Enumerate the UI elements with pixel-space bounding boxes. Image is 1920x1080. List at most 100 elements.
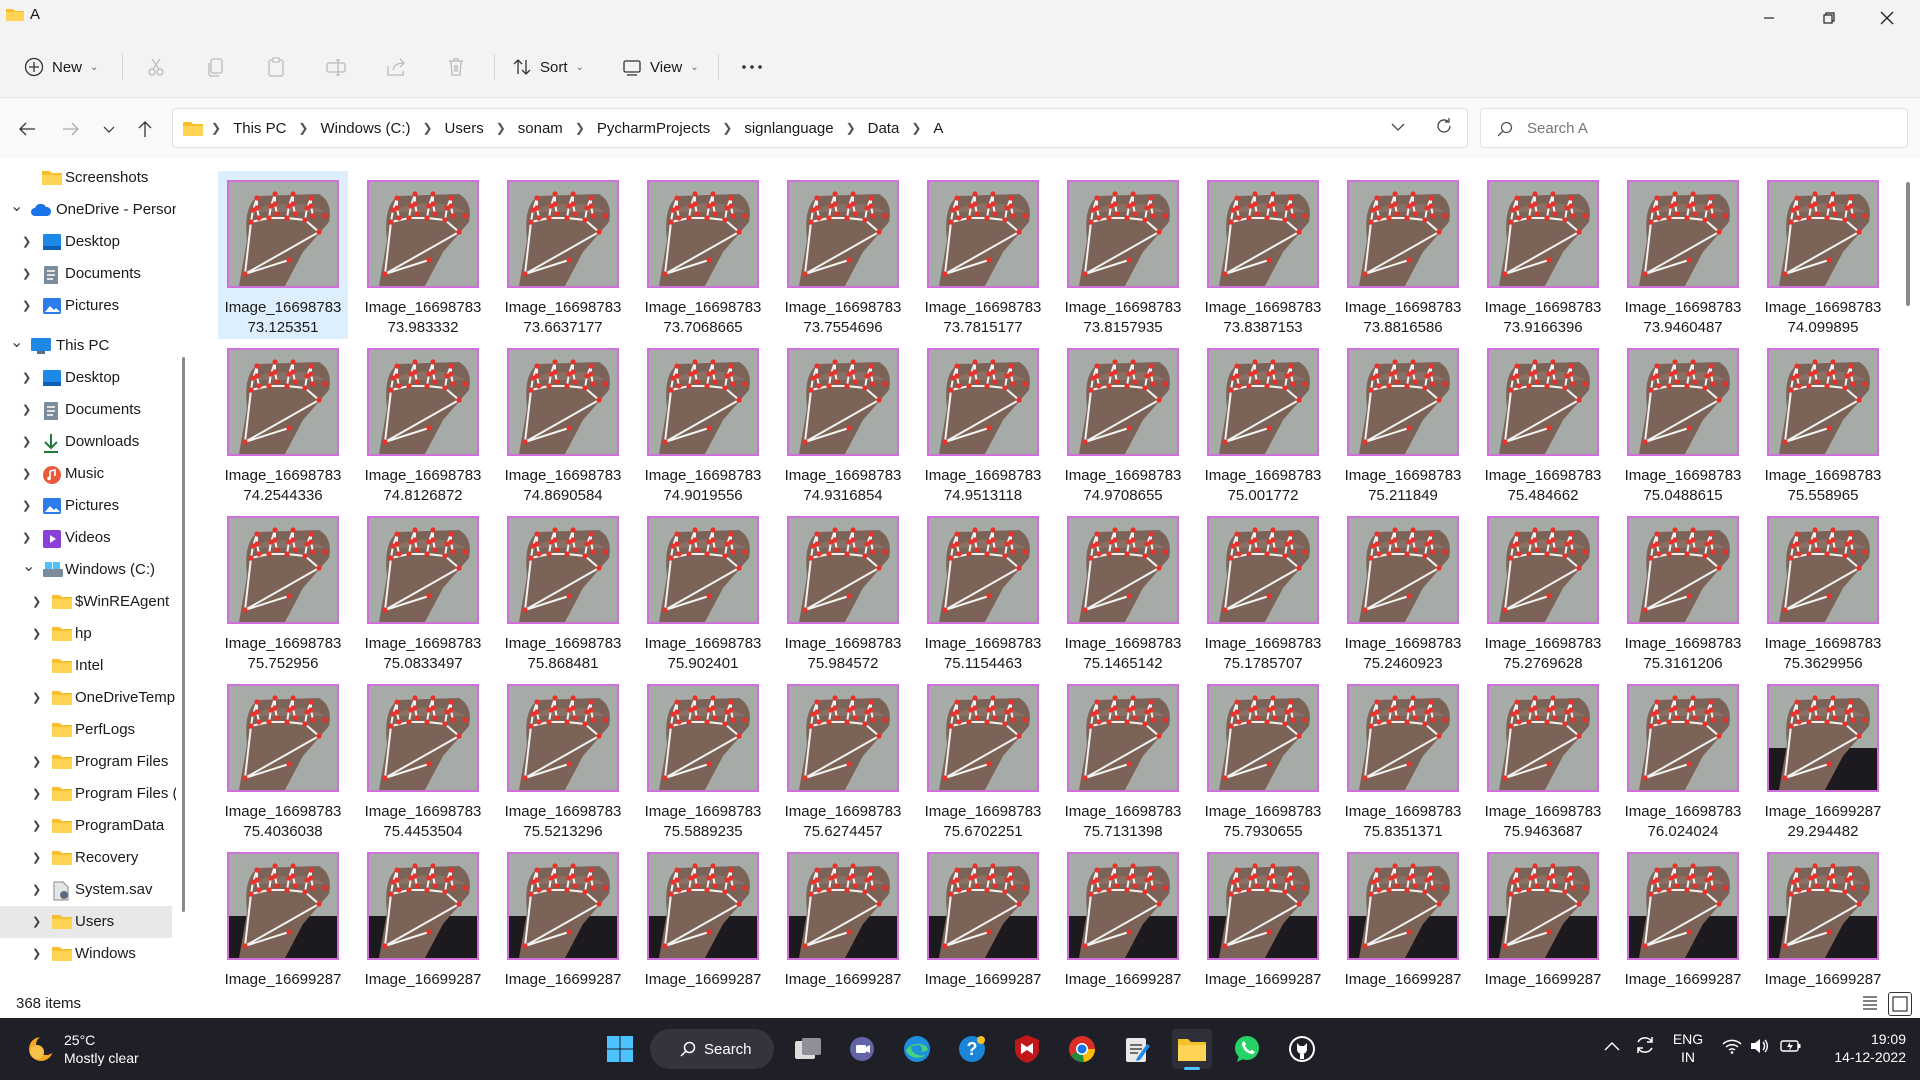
back-button[interactable]: [12, 114, 42, 144]
help-button[interactable]: ?: [952, 1029, 992, 1069]
chevron-right-icon[interactable]: ❯: [22, 235, 31, 248]
file-item[interactable]: Image_16698783 75.0833497: [358, 507, 488, 675]
whatsapp-button[interactable]: [1227, 1029, 1267, 1069]
chevron-right-icon[interactable]: ❯: [32, 787, 41, 800]
chevron-down-icon[interactable]: ⌄: [10, 332, 23, 352]
chevron-right-icon[interactable]: ❯: [22, 467, 31, 480]
search-box[interactable]: [1480, 108, 1908, 148]
scrollbar[interactable]: [1906, 182, 1910, 306]
crumb-sonam[interactable]: sonam: [518, 120, 563, 137]
file-item[interactable]: Image_16699287: [1198, 843, 1328, 990]
taskbar-search[interactable]: Search: [650, 1029, 774, 1069]
chevron-right-icon[interactable]: ❯: [32, 691, 41, 704]
file-item[interactable]: Image_16698783 75.3629956: [1758, 507, 1888, 675]
file-item[interactable]: Image_16699287 29.294482: [1758, 675, 1888, 843]
details-view-button[interactable]: [1862, 994, 1882, 1014]
file-item[interactable]: Image_16699287: [1058, 843, 1188, 990]
sidebar-item-music[interactable]: ❯ Music: [0, 458, 172, 490]
file-item[interactable]: Image_16698783 74.2544336: [218, 339, 348, 507]
file-item[interactable]: Image_16698783 75.7930655: [1198, 675, 1328, 843]
chevron-right-icon[interactable]: ❯: [32, 947, 41, 960]
chevron-right-icon[interactable]: ❯: [22, 299, 31, 312]
teams-chat-button[interactable]: [842, 1029, 882, 1069]
mcafee-button[interactable]: [1007, 1029, 1047, 1069]
file-item[interactable]: Image_16698783 74.099895: [1758, 171, 1888, 339]
sidebar-item-pictures[interactable]: ❯ Pictures: [0, 490, 172, 522]
recent-locations-button[interactable]: [94, 114, 124, 144]
weather-widget[interactable]: 25°C Mostly clear: [20, 1028, 180, 1070]
file-item[interactable]: Image_16698783 75.6702251: [918, 675, 1048, 843]
chevron-right-icon[interactable]: ❯: [22, 499, 31, 512]
file-item[interactable]: Image_16699287: [218, 843, 348, 990]
file-item[interactable]: Image_16698783 75.001772: [1198, 339, 1328, 507]
file-item[interactable]: Image_16698783 74.9316854: [778, 339, 908, 507]
sidebar-item-program-files[interactable]: ❯ Program Files: [0, 746, 172, 778]
file-item[interactable]: Image_16698783 75.9463687: [1478, 675, 1608, 843]
sidebar-item-perflogs[interactable]: PerfLogs: [0, 714, 172, 746]
file-item[interactable]: Image_16699287: [1618, 843, 1748, 990]
crumb-users[interactable]: Users: [445, 120, 484, 137]
cut-button[interactable]: [146, 50, 166, 84]
sidebar-item-onedrive-person[interactable]: ⌄ OneDrive - Person: [0, 194, 176, 226]
copy-button[interactable]: [206, 50, 226, 84]
sidebar-item-system-sav[interactable]: ❯ System.sav: [0, 874, 172, 906]
sidebar-item-programdata[interactable]: ❯ ProgramData: [0, 810, 172, 842]
sidebar-item-winreagent[interactable]: ❯ $WinREAgent: [0, 586, 172, 618]
file-item[interactable]: Image_16698783 75.1785707: [1198, 507, 1328, 675]
sidebar-scrollbar[interactable]: [182, 357, 185, 912]
file-item[interactable]: Image_16698783 75.752956: [218, 507, 348, 675]
share-button[interactable]: [386, 50, 406, 84]
sidebar-item-videos[interactable]: ❯ Videos: [0, 522, 172, 554]
chevron-right-icon[interactable]: ❯: [32, 851, 41, 864]
sidebar-item-recovery[interactable]: ❯ Recovery: [0, 842, 172, 874]
chevron-right-icon[interactable]: ❯: [22, 267, 31, 280]
chevron-right-icon[interactable]: ❯: [22, 403, 31, 416]
file-item[interactable]: Image_16698783 75.902401: [638, 507, 768, 675]
file-item[interactable]: Image_16698783 73.9166396: [1478, 171, 1608, 339]
chevron-right-icon[interactable]: ❯: [32, 915, 41, 928]
up-button[interactable]: [130, 114, 160, 144]
crumb-pycharmprojects[interactable]: PycharmProjects: [597, 120, 710, 137]
file-item[interactable]: Image_16699287: [358, 843, 488, 990]
sidebar-item-pictures[interactable]: ❯ Pictures: [0, 290, 172, 322]
file-item[interactable]: Image_16698783 74.8690584: [498, 339, 628, 507]
file-item[interactable]: Image_16699287: [778, 843, 908, 990]
file-item[interactable]: Image_16698783 74.9513118: [918, 339, 1048, 507]
file-item[interactable]: Image_16698783 75.1154463: [918, 507, 1048, 675]
file-item[interactable]: Image_16698783 75.3161206: [1618, 507, 1748, 675]
file-item[interactable]: Image_16699287: [638, 843, 768, 990]
chevron-down-icon[interactable]: ⌄: [22, 556, 35, 576]
chevron-down-icon[interactable]: ⌄: [10, 196, 23, 216]
chevron-right-icon[interactable]: ❯: [32, 595, 41, 608]
file-item[interactable]: Image_16699287: [1338, 843, 1468, 990]
file-item[interactable]: Image_16699287: [1478, 843, 1608, 990]
sidebar-item-windows-c[interactable]: ⌄ Windows (C:): [0, 554, 172, 586]
search-input[interactable]: [1527, 117, 1887, 139]
volume-button[interactable]: [1750, 1038, 1772, 1058]
show-hidden-icons-button[interactable]: [1604, 1038, 1624, 1058]
file-item[interactable]: Image_16698783 73.6637177: [498, 171, 628, 339]
file-item[interactable]: Image_16698783 74.9708655: [1058, 339, 1188, 507]
chevron-right-icon[interactable]: ❯: [22, 371, 31, 384]
file-item[interactable]: Image_16698783 75.6274457: [778, 675, 908, 843]
battery-button[interactable]: [1780, 1038, 1804, 1058]
sidebar-item-windows[interactable]: ❯ Windows: [0, 938, 172, 970]
sidebar-item-desktop[interactable]: ❯ Desktop: [0, 362, 172, 394]
file-explorer-button[interactable]: [1172, 1029, 1212, 1070]
task-view-button[interactable]: [788, 1029, 828, 1069]
file-item[interactable]: Image_16698783 73.8387153: [1198, 171, 1328, 339]
delete-button[interactable]: [446, 50, 466, 84]
file-item[interactable]: Image_16698783 75.7131398: [1058, 675, 1188, 843]
sync-status-button[interactable]: [1634, 1034, 1658, 1058]
file-item[interactable]: Image_16698783 75.558965: [1758, 339, 1888, 507]
close-button[interactable]: [1858, 0, 1916, 36]
more-options-button[interactable]: [740, 50, 764, 84]
file-item[interactable]: Image_16698783 73.9460487: [1618, 171, 1748, 339]
refresh-button[interactable]: [1435, 117, 1457, 139]
crumb-this-pc[interactable]: This PC: [233, 120, 286, 137]
file-item[interactable]: Image_16698783 75.4036038: [218, 675, 348, 843]
crumb-signlanguage[interactable]: signlanguage: [744, 120, 833, 137]
minimize-button[interactable]: [1740, 0, 1798, 36]
crumb-windows-c[interactable]: Windows (C:): [320, 120, 410, 137]
language-indicator[interactable]: ENG IN: [1670, 1030, 1706, 1070]
